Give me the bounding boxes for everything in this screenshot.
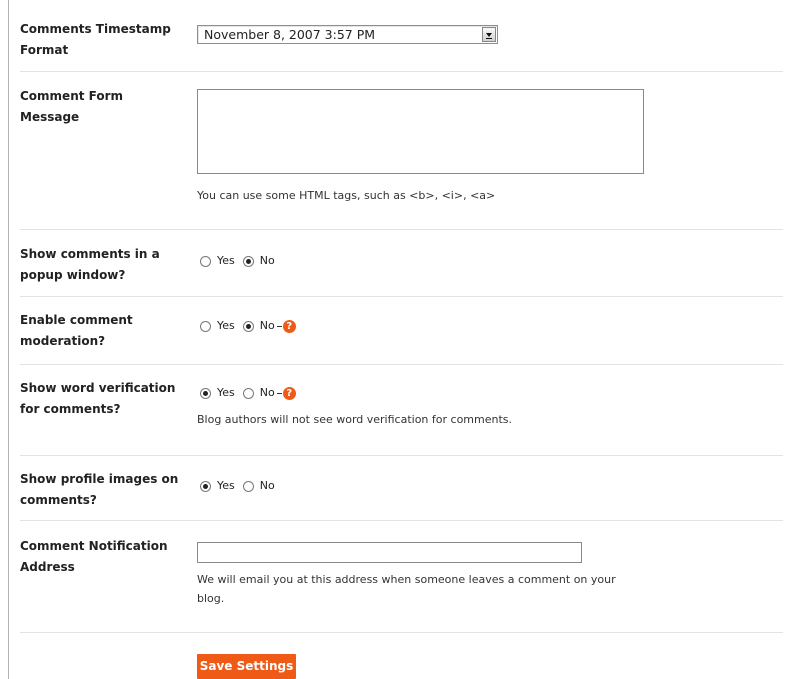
separator	[20, 229, 783, 230]
notification-address-input[interactable]	[197, 541, 582, 563]
word-verification-yes-radio[interactable]	[200, 387, 211, 399]
help-icon[interactable]: ?	[282, 319, 296, 333]
moderation-options: Yes No ?	[200, 319, 296, 333]
dash-separator	[276, 325, 282, 327]
moderation-yes-label[interactable]: Yes	[217, 319, 235, 333]
timestamp-format-select[interactable]: November 8, 2007 3:57 PM	[197, 25, 498, 44]
save-settings-button[interactable]: Save Settings	[197, 654, 296, 679]
popup-no-label[interactable]: No	[260, 254, 275, 268]
left-border	[8, 0, 9, 679]
word-verification-label: Show word verification for comments?	[20, 381, 176, 416]
word-verification-options: Yes No ?	[200, 386, 512, 400]
separator	[20, 520, 783, 521]
profile-images-options: Yes No	[200, 479, 283, 493]
moderation-yes-radio[interactable]	[200, 320, 211, 332]
separator	[20, 71, 783, 72]
word-verification-hint: Blog authors will not see word verificat…	[197, 413, 513, 426]
help-icon[interactable]: ?	[282, 386, 296, 400]
word-verification-no-radio[interactable]	[242, 387, 254, 399]
profile-images-no-radio[interactable]	[242, 480, 254, 492]
moderation-label: Enable comment moderation?	[20, 313, 133, 348]
profile-images-yes-radio[interactable]	[200, 480, 211, 492]
moderation-no-radio[interactable]	[242, 320, 254, 332]
popup-yes-label[interactable]: Yes	[217, 254, 235, 268]
word-verification-no-label[interactable]: No	[260, 386, 275, 400]
popup-no-radio[interactable]	[242, 255, 254, 267]
popup-yes-radio[interactable]	[200, 255, 211, 267]
word-verification-group: Yes No ? Blog authors will not see word …	[197, 386, 513, 429]
notification-hint: We will email you at this address when s…	[197, 572, 616, 605]
profile-images-no-label[interactable]: No	[260, 479, 275, 493]
dropdown-arrow-icon[interactable]	[482, 27, 496, 42]
dash-separator	[276, 392, 282, 394]
separator	[20, 296, 783, 297]
profile-images-yes-label[interactable]: Yes	[217, 479, 235, 493]
popup-window-options: Yes No	[200, 254, 283, 268]
profile-images-label: Show profile images on comments?	[20, 472, 179, 507]
html-tags-hint: You can use some HTML tags, such as <b>,…	[197, 189, 496, 202]
separator	[20, 455, 783, 456]
separator	[20, 632, 783, 633]
notification-address-group: We will email you at this address when s…	[197, 541, 616, 608]
separator	[20, 364, 783, 365]
timestamp-format-value: November 8, 2007 3:57 PM	[204, 27, 376, 42]
comment-form-message-label: Comment Form Message	[20, 89, 124, 124]
moderation-no-label[interactable]: No	[260, 319, 275, 333]
word-verification-yes-label[interactable]: Yes	[217, 386, 235, 400]
comments-settings-page: Comments Timestamp Format November 8, 20…	[0, 0, 785, 679]
comment-form-message-textarea[interactable]	[197, 89, 644, 174]
popup-window-label: Show comments in a popup window?	[20, 247, 160, 282]
notification-address-label: Comment Notification Address	[20, 539, 168, 574]
comment-form-message-group: You can use some HTML tags, such as <b>,…	[197, 89, 644, 205]
timestamp-format-label: Comments Timestamp Format	[20, 22, 171, 57]
